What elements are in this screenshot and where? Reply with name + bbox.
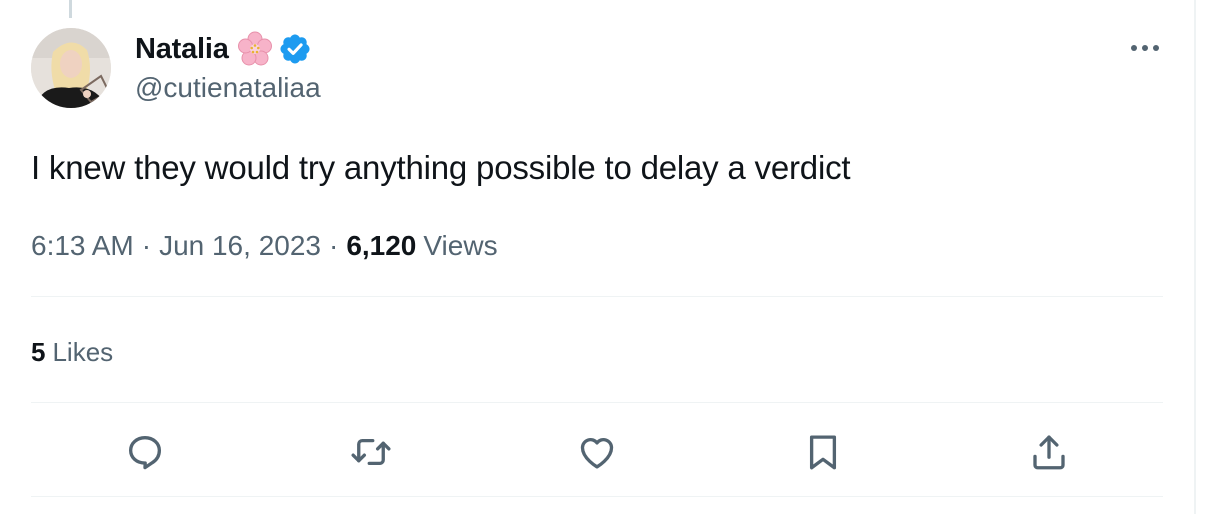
thread-line bbox=[69, 0, 72, 18]
views-label: Views bbox=[423, 230, 498, 261]
author-display-name[interactable]: Natalia bbox=[135, 33, 229, 66]
reply-button[interactable] bbox=[121, 428, 169, 476]
more-icon bbox=[1131, 45, 1159, 51]
reply-icon bbox=[128, 435, 162, 470]
retweet-icon bbox=[351, 438, 391, 466]
avatar[interactable] bbox=[31, 28, 111, 108]
retweet-button[interactable] bbox=[347, 428, 395, 476]
likes-count: 5 bbox=[31, 336, 46, 367]
author-name-row[interactable]: Natalia bbox=[135, 30, 312, 68]
tweet-meta: 6:13 AM · Jun 16, 2023 · 6,120 Views bbox=[31, 226, 498, 266]
author-handle[interactable]: @cutienataliaa bbox=[135, 72, 321, 104]
more-options-button[interactable] bbox=[1127, 36, 1163, 60]
tweet-time[interactable]: 6:13 AM bbox=[31, 230, 134, 262]
tweet-date[interactable]: Jun 16, 2023 bbox=[159, 230, 321, 262]
column-border bbox=[1194, 0, 1196, 514]
divider bbox=[31, 296, 1163, 297]
divider bbox=[31, 402, 1163, 403]
bookmark-button[interactable] bbox=[799, 428, 847, 476]
share-button[interactable] bbox=[1025, 428, 1073, 476]
divider bbox=[31, 496, 1163, 497]
bookmark-icon bbox=[809, 435, 837, 470]
tweet-text: I knew they would try anything possible … bbox=[31, 149, 851, 186]
share-icon bbox=[1033, 435, 1065, 470]
views-count: 6,120 bbox=[346, 230, 417, 261]
like-icon bbox=[580, 438, 614, 469]
avatar-photo bbox=[31, 28, 111, 108]
meta-separator: · bbox=[328, 230, 339, 261]
likes-label: Likes bbox=[52, 336, 114, 367]
cherry-blossom-icon bbox=[237, 31, 272, 66]
meta-separator: · bbox=[141, 230, 152, 261]
likes-link[interactable]: 5 Likes bbox=[31, 334, 113, 370]
like-button[interactable] bbox=[573, 428, 621, 476]
verified-badge-icon[interactable] bbox=[278, 32, 312, 66]
